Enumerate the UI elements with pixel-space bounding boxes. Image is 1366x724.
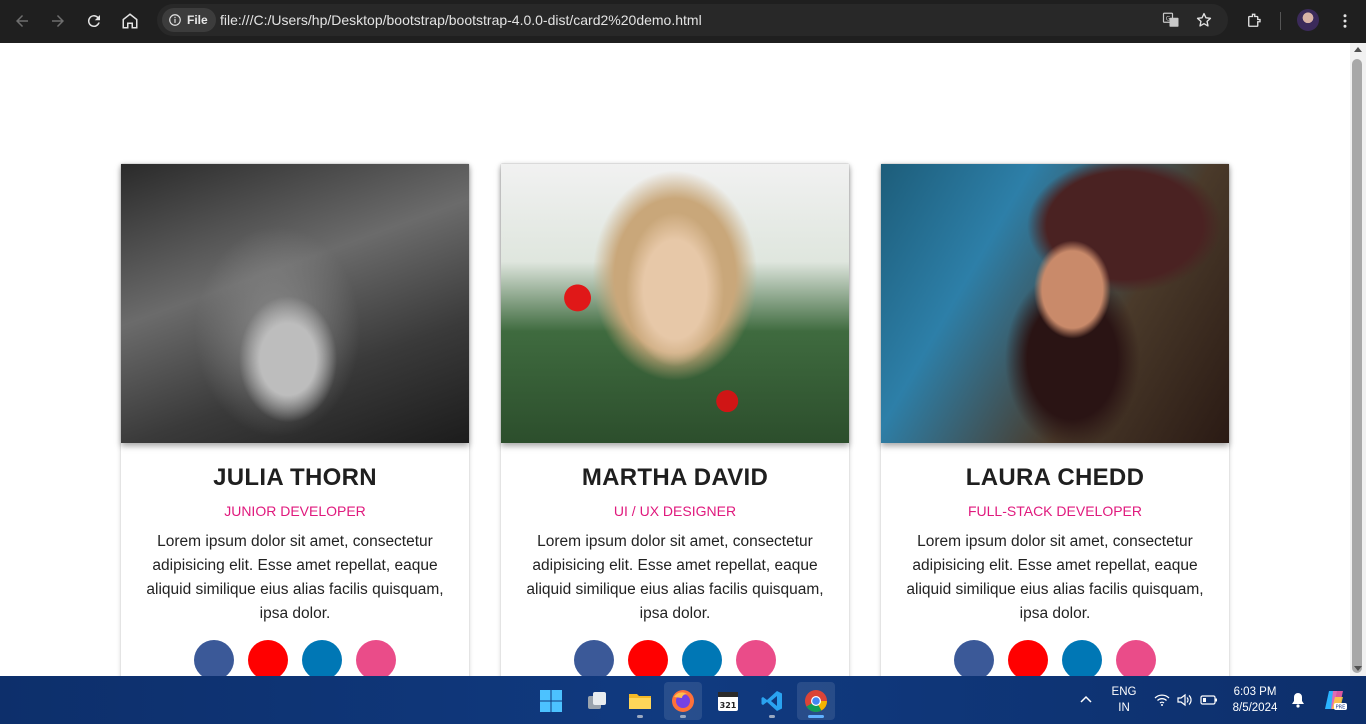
clock[interactable]: 6:03 PM 8/5/2024: [1226, 684, 1284, 716]
facebook-link[interactable]: [954, 640, 994, 676]
battery-button[interactable]: [1199, 690, 1219, 710]
clock-date: 8/5/2024: [1232, 702, 1278, 714]
wifi-button[interactable]: [1152, 690, 1172, 710]
card-role: UI / UX DESIGNER: [613, 503, 737, 519]
youtube-link[interactable]: [248, 640, 288, 676]
calendar-badge: 321: [720, 701, 737, 710]
card-name: LAURA CHEDD: [965, 464, 1145, 491]
browser-menu-button[interactable]: [1333, 9, 1357, 33]
facebook-link[interactable]: [574, 640, 614, 676]
card-role: JUNIOR DEVELOPER: [224, 503, 366, 519]
facebook-link[interactable]: [194, 640, 234, 676]
firefox-icon: [672, 690, 694, 712]
bell-icon: [1292, 693, 1304, 708]
page-scrollbar[interactable]: [1350, 43, 1366, 676]
calendar-icon: 321: [718, 692, 738, 711]
toolbar-separator: [1280, 12, 1281, 30]
star-icon: [1196, 12, 1212, 27]
chrome-button[interactable]: [797, 682, 835, 720]
back-button[interactable]: [10, 9, 34, 33]
site-info-chip[interactable]: File: [162, 8, 216, 32]
dribbble-link[interactable]: [736, 640, 776, 676]
running-indicator: [680, 715, 686, 718]
linkedin-link[interactable]: [302, 640, 342, 676]
vscode-icon: [761, 691, 782, 711]
language-region: IN: [1118, 702, 1130, 714]
notifications-button[interactable]: [1288, 690, 1308, 710]
calendar-app-button[interactable]: 321: [709, 682, 747, 720]
running-indicator: [769, 715, 775, 718]
card-description: Lorem ipsum dolor sit amet, consectetur …: [526, 533, 824, 622]
info-icon: [169, 14, 181, 26]
language-code: ENG: [1111, 686, 1137, 698]
reload-button[interactable]: [82, 9, 106, 33]
profile-card-julia: JULIA THORN JUNIOR DEVELOPER Lorem ipsum…: [120, 163, 470, 676]
windows-taskbar: 321 ENG IN 6:03 PM 8/5/2024 PRE: [0, 676, 1366, 724]
page-viewport: JULIA THORN JUNIOR DEVELOPER Lorem ipsum…: [0, 43, 1350, 676]
extensions-button[interactable]: [1242, 9, 1266, 33]
card-name: MARTHA DAVID: [581, 464, 769, 491]
forward-button[interactable]: [46, 9, 70, 33]
card-description: Lorem ipsum dolor sit amet, consectetur …: [906, 533, 1204, 622]
card-photo: [501, 164, 849, 443]
scroll-thumb[interactable]: [1352, 59, 1362, 673]
arrow-right-icon: [52, 15, 64, 27]
card-photo: [881, 164, 1229, 443]
scroll-up-arrow-icon[interactable]: [1354, 47, 1362, 52]
chevron-up-icon: [1080, 695, 1092, 703]
youtube-link[interactable]: [1008, 640, 1048, 676]
active-indicator: [808, 715, 824, 718]
puzzle-icon: [1248, 13, 1261, 27]
site-chip-label: File: [187, 13, 208, 27]
address-bar[interactable]: File file:///C:/Users/hp/Desktop/bootstr…: [157, 4, 1228, 36]
linkedin-link[interactable]: [682, 640, 722, 676]
profile-card-laura: LAURA CHEDD FULL-STACK DEVELOPER Lorem i…: [880, 163, 1230, 676]
card-role: FULL-STACK DEVELOPER: [967, 503, 1142, 519]
social-links: [881, 640, 1229, 676]
svg-text:G: G: [1166, 15, 1171, 22]
youtube-link[interactable]: [628, 640, 668, 676]
card-name: JULIA THORN: [213, 464, 377, 491]
home-button[interactable]: [118, 9, 142, 33]
url-text[interactable]: file:///C:/Users/hp/Desktop/bootstrap/bo…: [220, 12, 702, 28]
translate-icon: G: [1162, 12, 1179, 27]
social-links: [121, 640, 469, 676]
profile-card-martha: MARTHA DAVID UI / UX DESIGNER Lorem ipsu…: [500, 163, 850, 676]
profile-avatar[interactable]: [1297, 9, 1319, 31]
chrome-icon: [805, 690, 827, 712]
speaker-icon: [1177, 693, 1192, 707]
folder-icon: [629, 694, 651, 709]
dribbble-link[interactable]: [356, 640, 396, 676]
card-description: Lorem ipsum dolor sit amet, consectetur …: [146, 533, 444, 622]
volume-button[interactable]: [1175, 690, 1195, 710]
task-view-icon: [588, 692, 606, 709]
arrow-left-icon: [16, 15, 28, 27]
copilot-icon: PRE: [1325, 691, 1347, 711]
browser-toolbar: File file:///C:/Users/hp/Desktop/bootstr…: [0, 0, 1366, 43]
vscode-button[interactable]: [753, 682, 791, 720]
translate-button[interactable]: G: [1161, 10, 1181, 30]
language-indicator[interactable]: ENG IN: [1108, 684, 1140, 716]
wifi-icon: [1154, 694, 1170, 706]
firefox-button[interactable]: [664, 682, 702, 720]
card-photo: [121, 164, 469, 443]
file-explorer-button[interactable]: [621, 682, 659, 720]
reload-icon: [87, 15, 100, 28]
clock-time: 6:03 PM: [1233, 686, 1277, 698]
kebab-menu-icon: [1343, 14, 1347, 28]
windows-logo-icon: [540, 690, 562, 712]
svg-text:PRE: PRE: [1336, 705, 1346, 711]
running-indicator: [637, 715, 643, 718]
start-button[interactable]: [532, 682, 570, 720]
dribbble-link[interactable]: [1116, 640, 1156, 676]
task-view-button[interactable]: [578, 682, 616, 720]
home-icon: [122, 13, 138, 29]
battery-icon: [1200, 695, 1217, 705]
bookmark-star-button[interactable]: [1194, 10, 1214, 30]
copilot-button[interactable]: PRE: [1322, 688, 1348, 712]
scroll-down-arrow-icon[interactable]: [1354, 666, 1362, 671]
linkedin-link[interactable]: [1062, 640, 1102, 676]
show-hidden-icons-button[interactable]: [1076, 690, 1096, 710]
social-links: [501, 640, 849, 676]
